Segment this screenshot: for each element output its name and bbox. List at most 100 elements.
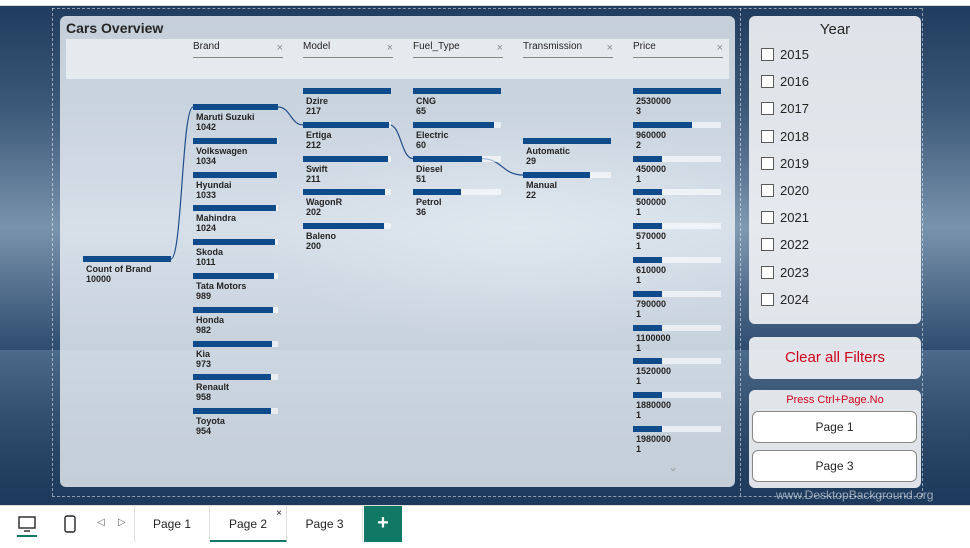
node-value: 1011 [196,257,216,268]
node-value: 1042 [196,122,217,132]
node-bar [193,273,278,279]
node-price[interactable]: 2530000 3 [633,88,721,118]
year-option-label: 2017 [780,101,809,117]
node-transmission[interactable]: Manual 22 [523,172,611,202]
node-brand[interactable]: Tata Motors 989 [193,273,278,303]
node-price[interactable]: 450000 1 [633,155,721,186]
tab-page-1[interactable]: Page 1 [134,506,210,542]
page-tab-bar: ◁ ▷ Page 1 Page 2 × Page 3 + [0,505,970,548]
node-price[interactable]: 570000 1 [633,223,721,253]
decomposition-tree-visual[interactable]: Cars Overview Brand × Model × Fuel_Type … [60,16,735,487]
node-brand[interactable]: Honda 982 [193,306,278,337]
year-option[interactable]: 2023 [761,265,809,280]
node-brand[interactable]: Hyundai 1033 [193,171,278,202]
tab-label: Page 1 [152,517,192,531]
node-brand[interactable]: Maruti Suzuki 1042 [193,104,278,134]
node-bar [633,358,721,365]
node-price[interactable]: 500000 1 [633,189,721,219]
node-value: 217 [306,106,322,116]
node-bar-fill [633,290,663,297]
year-option[interactable]: 2024 [761,292,809,307]
next-page-arrow-icon[interactable]: ▷ [118,517,126,528]
year-option[interactable]: 2016 [761,74,809,89]
node-value: 1 [636,275,642,285]
year-option[interactable]: 2019 [761,156,809,171]
node-label: Volkswagen [196,145,248,156]
checkbox-icon[interactable] [761,48,774,61]
year-option[interactable]: 2018 [761,129,809,144]
node-label: Petrol [416,197,442,208]
node-model[interactable]: Dzire 217 [303,88,391,118]
tab-page-2[interactable]: Page 2 × [210,506,287,542]
node-label: Dzire [306,96,329,106]
checkbox-icon[interactable] [761,102,774,116]
node-price[interactable]: 960000 2 [633,121,721,152]
desktop-layout-icon[interactable] [16,514,38,537]
node-value: 1024 [196,223,217,234]
layout-guide [922,8,923,496]
node-fuel[interactable]: CNG 65 [413,88,501,118]
page-3-button[interactable]: Page 3 [752,450,917,482]
page-1-button[interactable]: Page 1 [752,411,917,443]
node-bar-fill [303,88,391,94]
background-watermark: www.DesktopBackground.org [776,488,934,502]
checkbox-icon[interactable] [761,265,774,279]
node-model[interactable]: Swift 211 [303,155,391,186]
node-bar [193,340,278,347]
checkbox-icon[interactable] [761,211,774,225]
tab-page-3[interactable]: Page 3 [287,506,363,542]
node-bar [633,290,721,297]
node-brand[interactable]: Renault 958 [193,374,278,404]
year-option[interactable]: 2021 [761,210,809,225]
node-fuel[interactable]: Diesel 51 [413,155,501,186]
node-bar-fill [193,239,276,246]
report-canvas: Cars Overview Brand × Model × Fuel_Type … [0,0,970,505]
mobile-layout-icon[interactable] [62,514,84,536]
node-root[interactable]: Count of Brand 10000 [83,256,171,286]
node-brand[interactable]: Toyota 954 [193,408,278,438]
node-price[interactable]: 1980000 1 [633,426,721,456]
node-brand[interactable]: Skoda 1011 [193,239,278,269]
node-label: 1980000 [636,434,672,444]
node-price[interactable]: 1100000 1 [633,324,721,355]
node-fuel[interactable]: Electric 60 [413,121,501,152]
node-label: 960000 [636,129,667,140]
node-bar-fill [633,189,663,196]
node-brand[interactable]: Volkswagen 1034 [193,137,278,168]
node-bar [83,256,171,262]
year-slicer-title: Year [819,21,851,38]
checkbox-icon[interactable] [761,292,774,306]
year-option[interactable]: 2017 [761,101,809,116]
previous-page-arrow-icon[interactable]: ◁ [97,517,105,528]
scroll-down-chevron-icon[interactable]: ⌄ [668,460,678,474]
node-label: 1880000 [636,400,672,411]
close-tab-icon[interactable]: × [276,496,282,532]
checkbox-icon[interactable] [761,238,774,252]
node-model[interactable]: Baleno 200 [303,223,391,253]
tab-label: Page 3 [305,517,344,531]
node-label: Diesel [416,163,443,174]
year-option[interactable]: 2022 [761,237,809,252]
node-brand[interactable]: Kia 973 [193,340,278,371]
checkbox-icon[interactable] [761,129,774,143]
node-bar-fill [303,155,389,162]
node-fuel[interactable]: Petrol 36 [413,189,501,219]
checkbox-icon[interactable] [761,184,774,197]
node-model[interactable]: WagonR 202 [303,189,391,219]
node-bar-fill [633,121,692,128]
checkbox-icon[interactable] [761,156,774,170]
clear-all-filters-button[interactable]: Clear all Filters [749,337,921,379]
node-price[interactable]: 610000 1 [633,257,721,287]
node-brand[interactable]: Mahindra 1024 [193,205,278,235]
node-value: 202 [306,207,322,218]
node-price[interactable]: 790000 1 [633,290,721,321]
node-price[interactable]: 1520000 1 [633,358,721,388]
node-model[interactable]: Ertiga 212 [303,121,391,152]
node-price[interactable]: 1880000 1 [633,392,721,422]
node-transmission[interactable]: Automatic 29 [523,138,611,168]
year-option-label: 2020 [780,183,809,198]
checkbox-icon[interactable] [761,75,774,89]
add-page-button[interactable]: + [364,506,402,542]
year-option[interactable]: 2015 [761,47,809,62]
year-option[interactable]: 2020 [761,183,809,198]
